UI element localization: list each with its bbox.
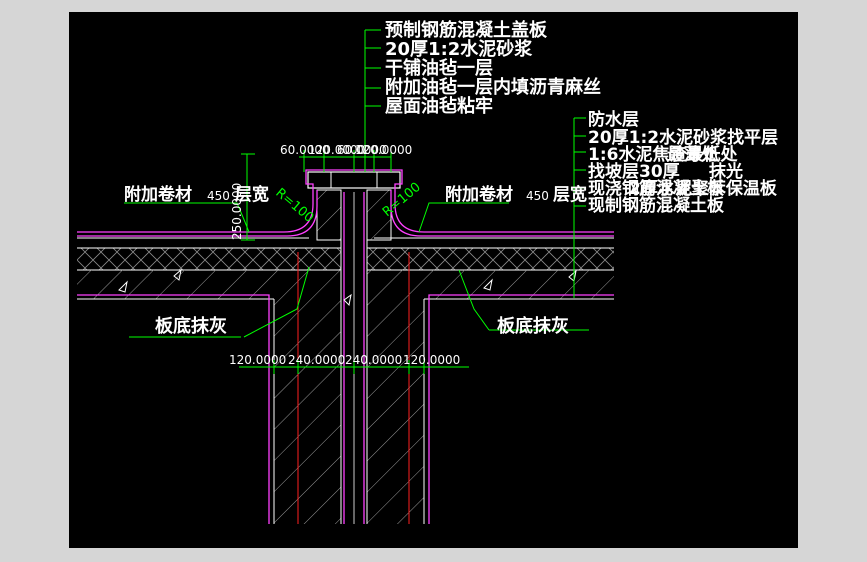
- bottom-dim-1: 240.0000: [288, 353, 345, 367]
- right-label-0: 防水层: [588, 109, 639, 130]
- right-roll-suffix: 层宽: [553, 184, 587, 205]
- top-dim-3: 120.0000: [355, 143, 412, 157]
- left-roll-label: 附加卷材: [124, 184, 192, 205]
- top-layer-labels: 预制钢筋混凝土盖板 20厚1:2水泥砂浆 干铺油毡一层 附加油毡一层内填沥青麻丝…: [385, 19, 601, 117]
- top-label-4: 屋面油毡粘牢: [385, 95, 493, 117]
- roof-deformation-joint-detail: 预制钢筋混凝土盖板 20厚1:2水泥砂浆 干铺油毡一层 附加油毡一层内填沥青麻丝…: [77, 19, 778, 524]
- top-label-2: 干铺油毡一层: [385, 57, 493, 79]
- bottom-dim-2: 240.0000: [345, 353, 402, 367]
- right-overlap-2: 2厚水泥聚苯保温板: [629, 178, 778, 199]
- right-layer-labels: 防水层 20厚1:2水泥砂浆找平层 1:6水泥焦渣最低处 找坡层30厚 现浇钢筋…: [588, 109, 778, 216]
- bottom-dim-0: 120.0000: [229, 353, 286, 367]
- right-plaster-label: 板底抹灰: [497, 315, 569, 337]
- bottom-dimension-text: 120.0000 240.0000 240.0000 120.0000: [229, 353, 460, 367]
- top-label-0: 预制钢筋混凝土盖板: [385, 19, 548, 41]
- top-label-1: 20厚1:2水泥砂浆: [385, 38, 533, 60]
- right-roll-width: 450: [526, 189, 549, 203]
- cad-viewport[interactable]: 预制钢筋混凝土盖板 20厚1:2水泥砂浆 干铺油毡一层 附加油毡一层内填沥青麻丝…: [69, 12, 798, 548]
- left-plaster-label: 板底抹灰: [155, 315, 227, 337]
- right-roll-label: 附加卷材: [445, 184, 513, 205]
- top-label-3: 附加油毡一层内填沥青麻丝: [385, 76, 601, 98]
- vertical-dimension: 250.0000: [230, 183, 244, 240]
- bottom-dim-3: 120.0000: [403, 353, 460, 367]
- top-dimension-text: 60.0000 120.0000 60.0000 120.0000: [280, 143, 412, 157]
- left-roll-width: 450: [207, 189, 230, 203]
- cover-plate: [307, 171, 401, 189]
- radius-left-label: R=100: [272, 186, 316, 226]
